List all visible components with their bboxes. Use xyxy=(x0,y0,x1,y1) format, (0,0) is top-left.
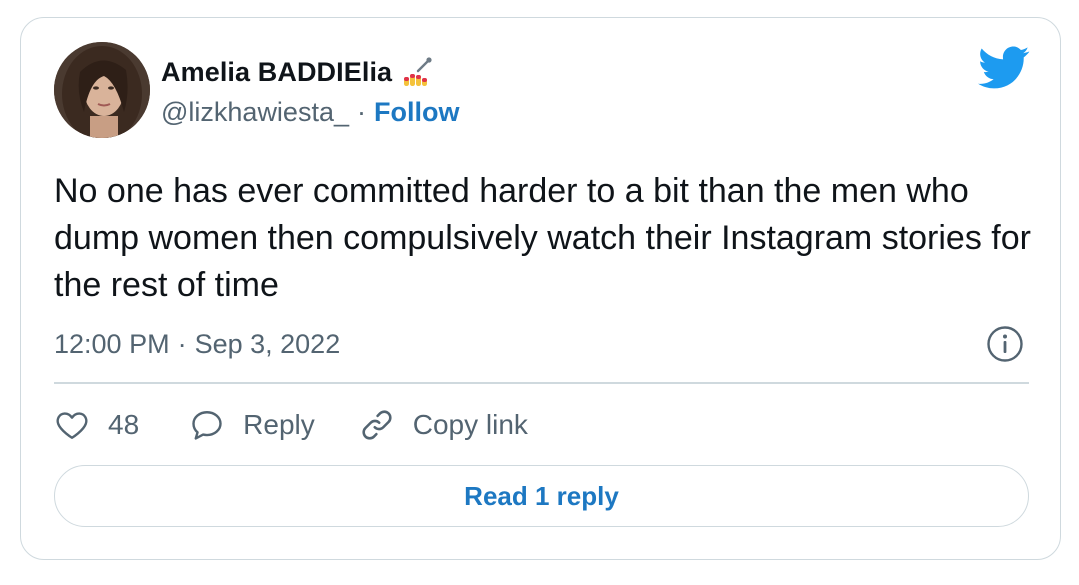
reply-button[interactable]: Reply xyxy=(189,407,315,443)
avatar[interactable] xyxy=(54,42,150,138)
nail-polish-icon xyxy=(400,55,434,89)
handle-separator: · xyxy=(357,96,366,127)
like-count: 48 xyxy=(108,409,140,440)
profile-photo xyxy=(54,42,150,138)
tweet-card: Amelia BADDIElia @lizkhawiesta_ · Follow xyxy=(20,17,1061,560)
timestamp-separator: · xyxy=(177,329,187,359)
copy-link-button[interactable]: Copy link xyxy=(359,407,528,443)
info-icon[interactable] xyxy=(986,325,1024,363)
tweet-text: No one has ever committed harder to a bi… xyxy=(54,172,1031,304)
follow-link[interactable]: Follow xyxy=(374,97,459,128)
speech-bubble-icon xyxy=(189,407,225,443)
tweet-date: Sep 3, 2022 xyxy=(194,329,341,359)
copy-link-label: Copy link xyxy=(412,409,528,440)
author-handle-row: @lizkhawiesta_ · Follow xyxy=(161,94,459,130)
like-button[interactable]: 48 xyxy=(54,407,139,443)
twitter-bird-icon[interactable] xyxy=(978,46,1030,90)
read-replies-button[interactable]: Read 1 reply xyxy=(54,465,1029,527)
reply-label: Reply xyxy=(243,409,315,440)
tweet-timestamp[interactable]: 12:00 PM · Sep 3, 2022 xyxy=(54,326,340,362)
author-name-row: Amelia BADDIElia xyxy=(161,54,434,90)
link-icon xyxy=(359,407,395,443)
tweet-time: 12:00 PM xyxy=(54,329,170,359)
heart-icon xyxy=(54,407,90,443)
tweet-actions: 48 Reply Copy link xyxy=(54,402,528,448)
author-handle[interactable]: @lizkhawiesta_ xyxy=(161,97,349,128)
author-display-name[interactable]: Amelia BADDIElia xyxy=(161,57,392,88)
divider xyxy=(54,382,1029,384)
read-replies-label: Read 1 reply xyxy=(464,480,619,511)
